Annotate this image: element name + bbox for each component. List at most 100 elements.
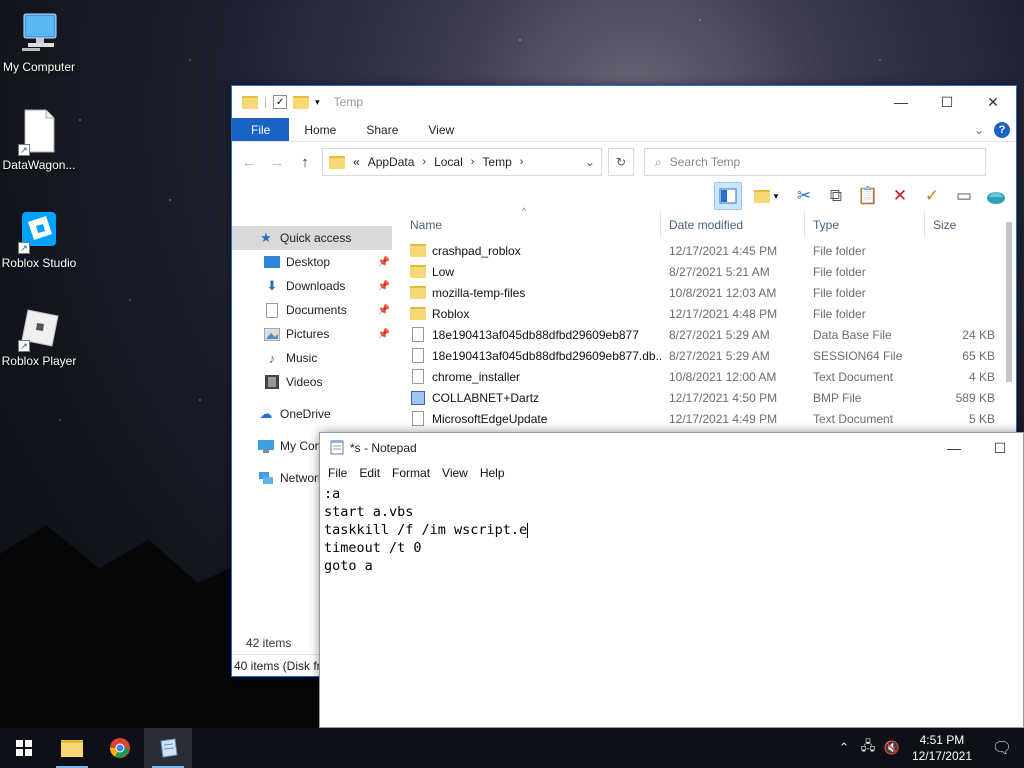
rename-icon[interactable]: ▭ — [950, 182, 978, 210]
vertical-scrollbar[interactable] — [1002, 214, 1016, 468]
tab-view[interactable]: View — [413, 118, 469, 141]
check-icon[interactable]: ✓ — [918, 182, 946, 210]
file-date: 12/17/2021 4:48 PM — [669, 306, 778, 321]
nav-downloads[interactable]: ⬇ Downloads 📌 — [232, 274, 392, 298]
taskbar-chrome[interactable] — [96, 728, 144, 768]
item-count: 42 items — [246, 636, 292, 650]
delete-icon[interactable]: ✕ — [886, 182, 914, 210]
breadcrumb-chevron-icon[interactable]: › — [520, 156, 524, 168]
expand-ribbon-icon[interactable]: ⌄ — [974, 123, 984, 137]
file-row[interactable]: mozilla-temp-files 10/8/2021 12:03 AM File… — [402, 282, 1000, 303]
chevron-down-icon[interactable]: ▾ — [315, 97, 320, 108]
chevron-up-icon[interactable]: ⌃ — [832, 740, 856, 756]
minimize-button[interactable]: — — [878, 87, 924, 117]
nav-label: OneDrive — [280, 407, 331, 421]
clock[interactable]: 4:51 PM 12/17/2021 — [904, 732, 980, 764]
taskbar-notepad[interactable] — [144, 728, 192, 768]
file-icon — [412, 348, 424, 363]
menu-edit[interactable]: Edit — [353, 466, 386, 480]
maximize-button[interactable]: ☐ — [977, 433, 1023, 463]
column-date[interactable]: Date modified — [661, 212, 805, 238]
notepad-title-bar[interactable]: *s - Notepad — ☐ — [320, 433, 1023, 463]
tab-share[interactable]: Share — [351, 118, 413, 141]
volume-muted-icon[interactable]: 🔇 — [880, 740, 904, 756]
notepad-window[interactable]: *s - Notepad — ☐ File Edit Format View H… — [319, 432, 1024, 728]
column-type[interactable]: Type — [805, 212, 925, 238]
desktop-icon-roblox-studio[interactable]: ↗ Roblox Studio — [0, 206, 78, 270]
notification-icon[interactable]: 🗨 — [980, 728, 1024, 768]
file-row[interactable]: Roblox 12/17/2021 4:48 PM File folder — [402, 303, 1000, 324]
tab-file[interactable]: File — [232, 118, 290, 141]
nav-onedrive[interactable]: ☁ OneDrive — [232, 402, 392, 426]
notepad-icon — [160, 738, 178, 758]
pin-icon[interactable]: 📌 — [378, 329, 390, 340]
breadcrumb-chevron-icon[interactable]: › — [422, 156, 426, 168]
address-bar[interactable]: « AppData › Local › Temp › ⌄ — [322, 148, 602, 176]
preview-pane-icon[interactable] — [714, 182, 742, 210]
pin-icon[interactable]: 📌 — [378, 305, 390, 316]
file-row[interactable]: COLLABNET+Dartz 12/17/2021 4:50 PM BMP Fil… — [402, 387, 1000, 408]
ribbon-tabs: File Home Share View ⌄ ? — [232, 118, 1016, 142]
desktop-icon-label: Roblox Player — [1, 354, 77, 368]
start-button[interactable] — [0, 728, 48, 768]
breadcrumb-temp[interactable]: Temp — [482, 155, 511, 169]
scrollbar-thumb[interactable] — [1006, 222, 1012, 382]
breadcrumb-local[interactable]: Local — [434, 155, 463, 169]
explorer-title-bar[interactable]: | ✓ ▾ Temp — ☐ ✕ — [232, 86, 1016, 118]
nav-label: Desktop — [286, 255, 331, 269]
menu-file[interactable]: File — [322, 466, 353, 480]
desktop-icon-datawagon[interactable]: ↗ DataWagon... — [0, 108, 78, 172]
file-row[interactable]: MicrosoftEdgeUpdate 12/17/2021 4:49 PM Tex… — [402, 408, 1000, 429]
pin-icon[interactable]: 📌 — [378, 281, 390, 292]
column-headers: Name ^ Date modified Type Size — [402, 206, 1000, 238]
file-name-cell: COLLABNET+Dartz — [402, 390, 661, 405]
cut-icon[interactable]: ✂ — [790, 182, 818, 210]
maximize-button[interactable]: ☐ — [924, 87, 970, 117]
menu-format[interactable]: Format — [386, 466, 436, 480]
nav-videos[interactable]: Videos — [232, 370, 392, 394]
file-name: MicrosoftEdgeUpdate — [432, 411, 548, 426]
breadcrumb-chevron-icon[interactable]: › — [471, 156, 475, 168]
document-icon: ↗ — [16, 108, 62, 156]
help-icon[interactable]: ? — [994, 121, 1010, 138]
nav-desktop[interactable]: Desktop 📌 — [232, 250, 392, 274]
network-tray-icon[interactable]: 🖧 — [856, 737, 880, 759]
file-row[interactable]: chrome_installer 10/8/2021 12:00 AM Text D… — [402, 366, 1000, 387]
desktop-icon-my-computer[interactable]: My Computer — [0, 10, 78, 74]
column-size[interactable]: Size — [925, 212, 995, 238]
view-options-icon[interactable]: ▾ — [746, 182, 786, 210]
new-folder-icon[interactable] — [293, 95, 310, 109]
copy-icon[interactable]: ⧉ — [822, 182, 850, 210]
pin-icon[interactable]: 📌 — [378, 257, 390, 268]
menu-view[interactable]: View — [436, 466, 474, 480]
minimize-button[interactable]: — — [931, 433, 977, 463]
desktop-icon-roblox-player[interactable]: ↗ Roblox Player — [0, 304, 78, 368]
column-name[interactable]: Name ^ — [402, 206, 661, 238]
taskbar-file-explorer[interactable] — [48, 728, 96, 768]
menu-help[interactable]: Help — [474, 466, 511, 480]
back-icon[interactable]: ← — [238, 154, 260, 171]
refresh-button[interactable]: ↻ — [608, 148, 634, 176]
close-button[interactable]: ✕ — [970, 87, 1016, 117]
file-row[interactable]: 18e190413af045db88dfbd29609eb877.db.... 8… — [402, 345, 1000, 366]
search-box[interactable]: ⌕ Search Temp — [644, 148, 986, 176]
up-icon[interactable]: ↑ — [294, 154, 316, 171]
forward-icon[interactable]: → — [266, 154, 288, 171]
file-row[interactable]: Low 8/27/2021 5:21 AM File folder — [402, 261, 1000, 282]
breadcrumb-appdata[interactable]: AppData — [368, 155, 415, 169]
file-row[interactable]: 18e190413af045db88dfbd29609eb877 8/27/202… — [402, 324, 1000, 345]
tab-home[interactable]: Home — [289, 118, 351, 141]
nav-music[interactable]: ♪ Music — [232, 346, 392, 370]
nav-quick-access[interactable]: ★ Quick access — [232, 226, 392, 250]
image-file-icon — [411, 390, 425, 405]
text-editor[interactable]: :a start a.vbs taskkill /f /im wscript.e ti… — [320, 483, 1023, 577]
nav-pictures[interactable]: Pictures 📌 — [232, 322, 392, 346]
properties-icon[interactable]: ✓ — [273, 95, 288, 109]
paste-icon[interactable]: 📋 — [854, 182, 882, 210]
roblox-player-icon: ↗ — [16, 304, 62, 352]
address-dropdown-icon[interactable]: ⌄ — [585, 155, 595, 169]
breadcrumb-overflow[interactable]: « — [353, 155, 360, 169]
shell-icon[interactable] — [982, 182, 1010, 210]
nav-documents[interactable]: Documents 📌 — [232, 298, 392, 322]
file-row[interactable]: crashpad_roblox 12/17/2021 4:45 PM File fo… — [402, 240, 1000, 261]
